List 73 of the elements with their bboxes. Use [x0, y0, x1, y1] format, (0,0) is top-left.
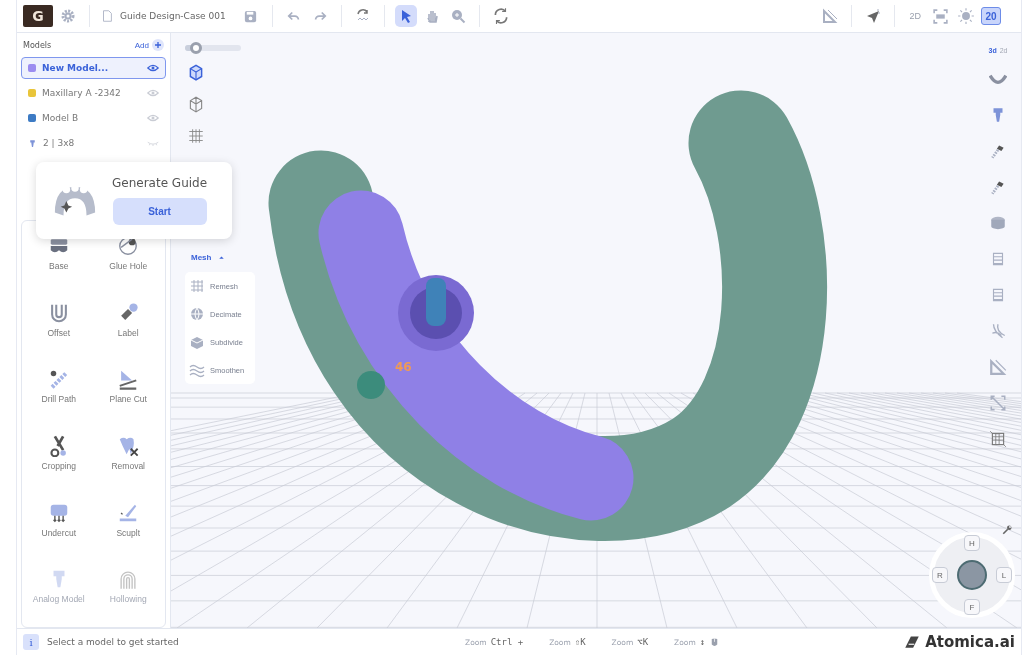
wrench-icon[interactable] [1001, 524, 1013, 536]
tool-button[interactable]: Plane Cut [93, 368, 163, 427]
model-item[interactable]: Model B [21, 107, 166, 129]
box-icon [189, 334, 205, 350]
grid-icon [189, 278, 205, 294]
orientation-sphere [957, 560, 987, 590]
document-icon [100, 9, 114, 23]
model-name: Maxillary A -2342 [42, 88, 122, 98]
tooth-number: 46 [395, 360, 412, 374]
layer-badge[interactable]: 20 [981, 7, 1001, 25]
orientation-button[interactable]: H [964, 535, 980, 551]
brightness-button[interactable] [955, 5, 977, 27]
shortcut-keys: ↕ [699, 637, 706, 647]
orientation-button[interactable]: F [964, 599, 980, 615]
model-name: Model B [42, 113, 80, 123]
shortcut-keys: Ctrl + [490, 637, 524, 647]
caret-icon [217, 253, 227, 262]
cylinder-icon [989, 214, 1007, 232]
tool-button[interactable]: Offset [24, 301, 94, 361]
model-item[interactable]: New Model... [21, 57, 166, 79]
panel-title: Models [23, 40, 52, 50]
view-navigator[interactable]: H R L F [929, 532, 1015, 618]
tool-button[interactable]: Drill Path [24, 368, 94, 427]
app-logo[interactable]: G [23, 5, 53, 27]
redo-icon [312, 9, 327, 23]
popup-title: Generate Guide [112, 176, 208, 190]
send-icon [865, 8, 882, 24]
waves-icon [189, 362, 205, 378]
orientation-button[interactable]: R [932, 567, 948, 583]
grid-icon [187, 127, 205, 145]
model-item[interactable]: Maxillary A -2342 [21, 82, 166, 104]
tool-button[interactable]: Label [93, 301, 163, 361]
shortcut-keys: ⇧K [574, 637, 586, 647]
brand-name: Atomica.ai [925, 633, 1015, 651]
tool-button[interactable]: Glue Hole [93, 235, 163, 294]
tool-button[interactable]: Base [24, 235, 94, 294]
model-item[interactable]: 2 | 3x8 [21, 132, 166, 154]
tool-button[interactable]: Scuplt [93, 501, 163, 561]
undo-icon [286, 9, 301, 23]
set-square-button[interactable] [987, 356, 1009, 378]
view-2d-button[interactable]: 2D [905, 11, 925, 21]
globe-icon [189, 306, 205, 322]
plus-icon [152, 39, 164, 51]
settings-icon [60, 8, 76, 24]
wireframe-cube-icon [187, 95, 205, 113]
eye-icon[interactable] [147, 62, 159, 74]
mesh-toggle[interactable]: Mesh [185, 253, 227, 262]
shortcut-keys: ⌥K [637, 637, 649, 647]
cube-icon [187, 63, 205, 81]
brand-logo-icon [903, 633, 922, 651]
crop-icon [989, 394, 1007, 412]
file-name: Guide Design-Case 001 [120, 11, 226, 21]
dental-model-drawing[interactable] [268, 90, 828, 541]
start-button[interactable]: Start [112, 198, 207, 225]
tool-button[interactable]: Removal [93, 435, 163, 494]
tool-button[interactable]: Undercut [24, 501, 94, 561]
info-icon: i [23, 634, 39, 650]
zoom-in-icon [449, 8, 466, 24]
brightness-icon [957, 7, 975, 25]
scan-icon [931, 7, 949, 25]
model-name: 2 | 3x8 [43, 138, 76, 148]
tooth-remove-icon [117, 435, 140, 457]
status-message: Select a model to get started [47, 637, 180, 647]
orientation-button[interactable]: L [996, 567, 1012, 583]
opacity-slider[interactable] [185, 45, 241, 51]
tool-button[interactable]: Cropping [24, 435, 94, 494]
model-name: New Model... [42, 63, 110, 73]
add-model-button[interactable]: Add [134, 39, 164, 51]
mesh-icon [989, 430, 1007, 448]
select-tool[interactable] [394, 5, 417, 27]
save-icon [243, 8, 259, 24]
mesh-button[interactable] [987, 428, 1009, 450]
slider-thumb[interactable] [190, 42, 203, 54]
